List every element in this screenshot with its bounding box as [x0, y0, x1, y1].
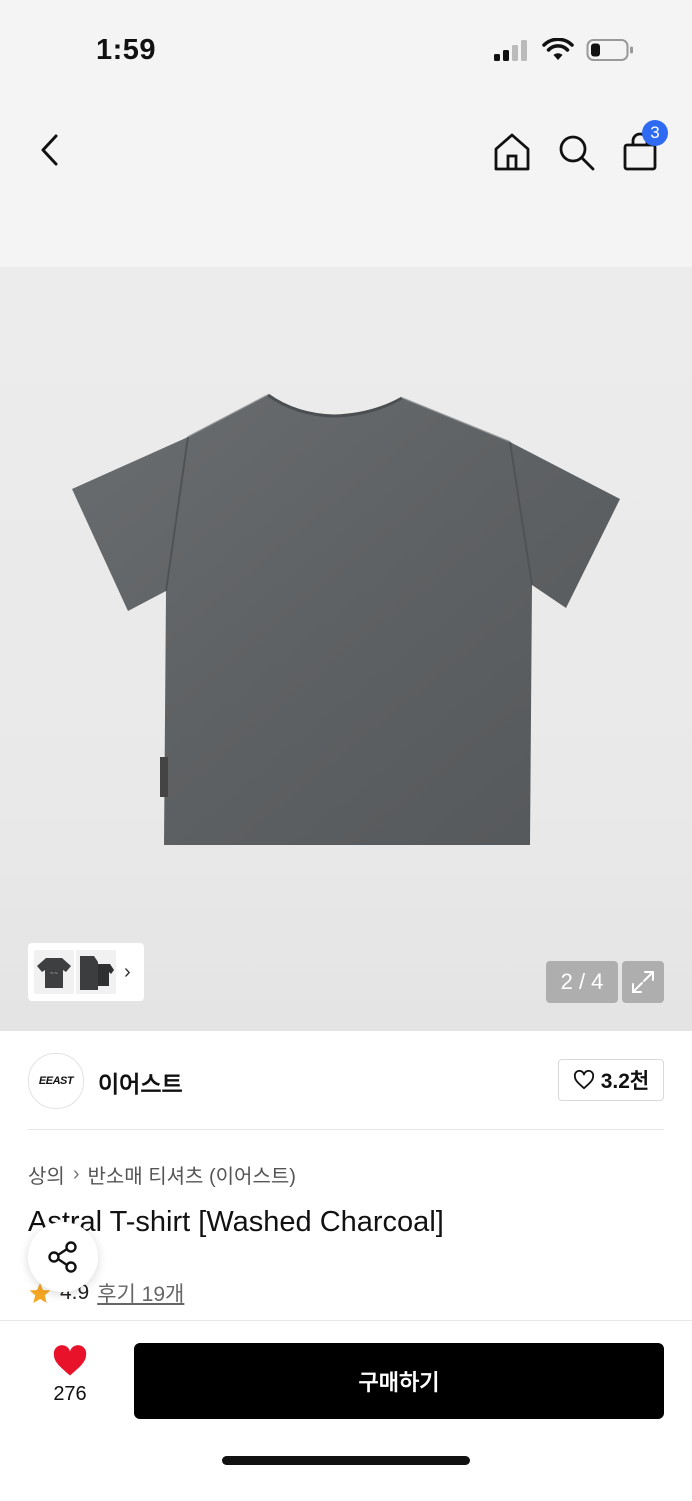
breadcrumb: 상의 › 반소매 티셔츠 (이어스트)	[28, 1160, 296, 1189]
wifi-icon	[542, 38, 574, 60]
brand-name[interactable]: 이어스트	[98, 1065, 183, 1099]
battery-icon	[586, 39, 633, 61]
heart-filled-icon	[53, 1345, 87, 1376]
heart-outline-icon	[573, 1070, 594, 1090]
product-title: Astral T-shirt [Washed Charcoal]	[28, 1206, 444, 1238]
brand-like-button[interactable]: 3.2천	[558, 1059, 664, 1101]
home-button[interactable]	[490, 130, 534, 174]
buy-button[interactable]: 구매하기	[134, 1343, 664, 1419]
home-icon	[494, 133, 530, 171]
brand-like-count: 3.2천	[600, 1070, 650, 1093]
thumbnail-1[interactable]: ~~	[34, 950, 74, 994]
review-count-link[interactable]: 후기 19개	[97, 1278, 184, 1308]
status-bar: 1:59	[0, 0, 692, 100]
share-button[interactable]	[28, 1222, 98, 1292]
expand-icon	[632, 971, 654, 993]
product-image-gallery[interactable]: ~~ › 2 / 4	[0, 267, 692, 1031]
breadcrumb-subcategory[interactable]: 반소매 티셔츠 (이어스트)	[87, 1160, 295, 1189]
expand-image-button[interactable]	[622, 961, 664, 1003]
brand-row[interactable]: EEAST 이어스트 3.2천	[28, 1051, 664, 1109]
navigation-bar: 3	[0, 100, 692, 267]
thumbnail-2[interactable]	[76, 950, 116, 994]
breadcrumb-category[interactable]: 상의	[28, 1160, 65, 1189]
wishlist-button[interactable]: 276	[28, 1345, 112, 1425]
search-icon	[559, 135, 595, 171]
chevron-left-icon	[41, 134, 58, 166]
share-icon	[48, 1241, 77, 1273]
status-icons	[494, 38, 634, 62]
thumbnail-strip[interactable]: ~~ ›	[28, 943, 144, 1001]
breadcrumb-separator-icon: ›	[72, 1163, 80, 1185]
divider	[28, 1129, 664, 1130]
bottom-action-bar: 276 구매하기	[0, 1320, 692, 1501]
back-button[interactable]	[30, 130, 70, 170]
search-button[interactable]	[554, 130, 598, 174]
brand-logo[interactable]: EEAST	[28, 1053, 84, 1109]
product-image-tshirt	[72, 393, 620, 845]
status-time: 1:59	[96, 34, 157, 66]
svg-text:~~: ~~	[50, 971, 58, 977]
home-indicator	[222, 1456, 470, 1465]
cart-count-badge: 3	[642, 120, 668, 146]
cellular-signal-icon	[494, 40, 527, 61]
image-page-indicator: 2 / 4	[546, 961, 618, 1003]
cart-button[interactable]: 3	[618, 120, 668, 174]
chevron-right-icon: ›	[124, 960, 131, 983]
wishlist-count: 276	[53, 1383, 87, 1405]
